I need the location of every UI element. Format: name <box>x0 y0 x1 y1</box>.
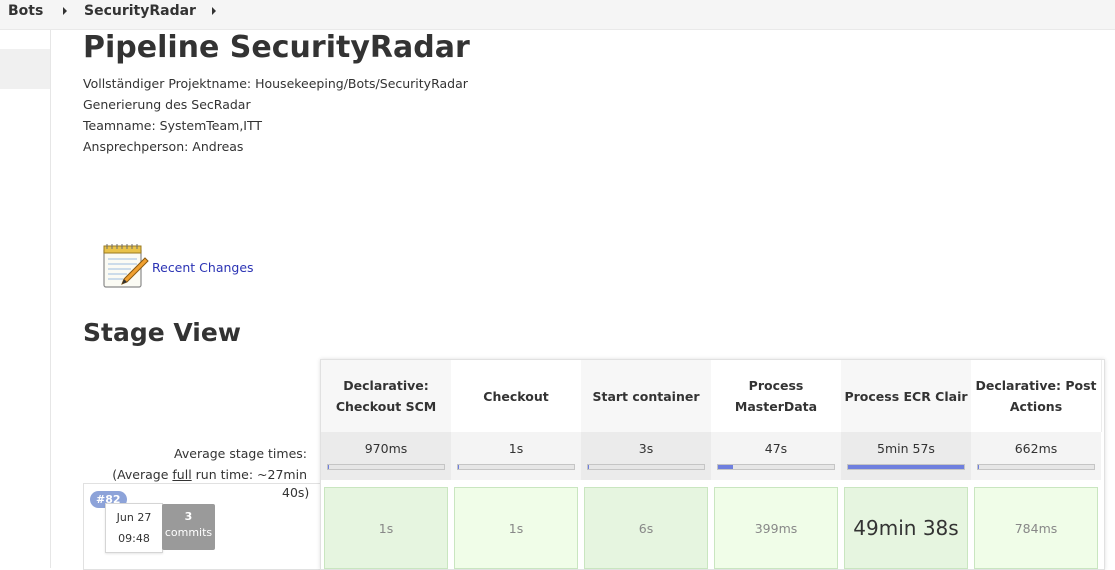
stage-average-bar <box>327 464 445 470</box>
stage-average-bar-fill <box>588 465 590 469</box>
stage-average-cell: 662ms <box>971 432 1101 480</box>
page-title: Pipeline SecurityRadar <box>83 30 470 65</box>
stage-average-bar <box>847 464 965 470</box>
stage-average-bar <box>977 464 1095 470</box>
build-time: 09:48 <box>118 532 150 545</box>
full-run-link[interactable]: full <box>172 467 191 482</box>
stage-average-time: 3s <box>638 441 654 456</box>
notepad-pencil-icon[interactable] <box>101 244 149 290</box>
side-panel <box>0 30 51 568</box>
team-name: Teamname: SystemTeam,ITT <box>83 118 263 133</box>
project-full-name: Vollständiger Projektname: Housekeeping/… <box>83 76 468 91</box>
stage-average-time: 662ms <box>1014 441 1058 456</box>
stage-run-cell[interactable]: 6s <box>584 487 708 569</box>
stage-run-cell[interactable]: 49min 38s <box>844 487 968 569</box>
stage-run-cell[interactable]: 1s <box>324 487 448 569</box>
stage-average-time: 1s <box>508 441 524 456</box>
side-panel-active-item[interactable] <box>0 49 50 89</box>
stage-average-bar <box>457 464 575 470</box>
breadcrumb-item-bots[interactable]: Bots <box>8 3 43 19</box>
stage-header: Declarative: Checkout SCM <box>321 360 452 432</box>
stage-average-cell: 5min 57s <box>841 432 971 480</box>
stage-header: Declarative: Post Actions <box>971 360 1102 432</box>
commit-label: commits <box>164 526 213 539</box>
commits-button[interactable]: 3 commits <box>162 504 215 550</box>
breadcrumb-item-securityradar[interactable]: SecurityRadar <box>84 3 196 19</box>
stage-run-cell[interactable]: 1s <box>454 487 578 569</box>
stage-average-cell: 1s <box>451 432 581 480</box>
stage-average-bar-fill <box>718 465 734 469</box>
stage-average-time: 47s <box>764 441 788 456</box>
stage-run-cell[interactable]: 399ms <box>714 487 838 569</box>
stage-run-cell[interactable]: 784ms <box>974 487 1098 569</box>
recent-changes-link[interactable]: Recent Changes <box>152 260 254 275</box>
contact-person: Ansprechperson: Andreas <box>83 139 244 154</box>
stage-average-cell: 3s <box>581 432 711 480</box>
project-description: Generierung des SecRadar <box>83 97 251 112</box>
build-date: Jun 27 <box>116 511 152 524</box>
breadcrumb-bar: Bots SecurityRadar <box>0 0 1115 30</box>
stage-header: Process ECR Clair <box>841 360 972 432</box>
stage-average-bar <box>587 464 705 470</box>
stage-view-heading: Stage View <box>83 318 241 347</box>
stage-average-bar-fill <box>978 465 980 469</box>
stage-average-cell: 47s <box>711 432 841 480</box>
build-date-box: Jun 27 09:48 <box>105 503 163 553</box>
commit-count: 3 <box>184 510 193 523</box>
stage-header: Process MasterData <box>711 360 842 432</box>
stage-average-bar <box>717 464 835 470</box>
stage-header: Start container <box>581 360 712 432</box>
average-stage-times-label: Average stage times: (Average full run t… <box>112 446 307 482</box>
stage-average-bar-fill <box>328 465 330 469</box>
stage-view-table: Declarative: Checkout SCM 970ms 1s Checkout… <box>320 359 1105 570</box>
stage-average-time: 5min 57s <box>877 441 935 456</box>
stage-average-cell: 970ms <box>321 432 451 480</box>
stage-average-bar-fill <box>458 465 460 469</box>
stage-header: Checkout <box>451 360 582 432</box>
stage-average-bar-fill <box>848 465 964 469</box>
chevron-right-icon[interactable] <box>63 7 67 15</box>
chevron-right-icon[interactable] <box>212 7 216 15</box>
stage-average-time: 970ms <box>364 441 408 456</box>
